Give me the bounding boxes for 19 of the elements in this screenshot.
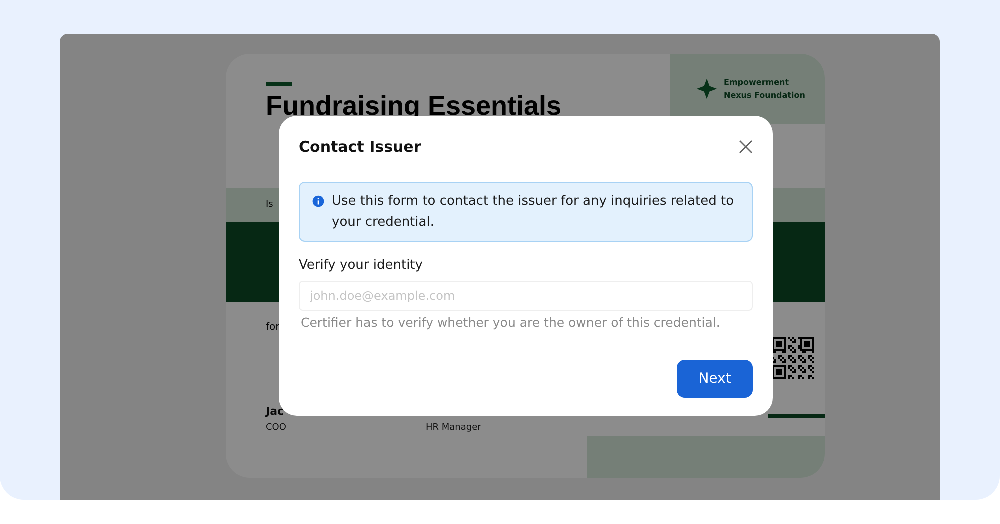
signer-role: COO — [266, 423, 288, 433]
course-text: for — [266, 322, 280, 333]
info-icon — [312, 195, 325, 208]
email-field[interactable]: john.doe@example.com — [299, 281, 753, 311]
signer-role: HR Manager — [426, 423, 482, 433]
issuer-name: Nexus Foundation — [724, 90, 806, 102]
cross-logo-icon — [696, 78, 718, 100]
certificate-title: Fundraising Essentials — [266, 92, 563, 120]
signer-name: Jac — [266, 405, 286, 419]
presented-text: Is — [266, 200, 274, 210]
accent-bar — [768, 414, 825, 418]
helper-text: Certifier has to verify whether you are the owner of this credential. — [300, 315, 722, 330]
close-button[interactable] — [737, 138, 755, 156]
dialog-title: Contact Issuer — [299, 138, 422, 156]
info-text: Use this form to contact the issuer for any inquiries related to your credential. — [332, 193, 736, 232]
next-button[interactable]: Next — [677, 360, 753, 398]
field-label: Verify your identity — [299, 258, 424, 273]
issuer-name: Empowerment — [724, 77, 790, 89]
accent-bar — [266, 82, 292, 86]
